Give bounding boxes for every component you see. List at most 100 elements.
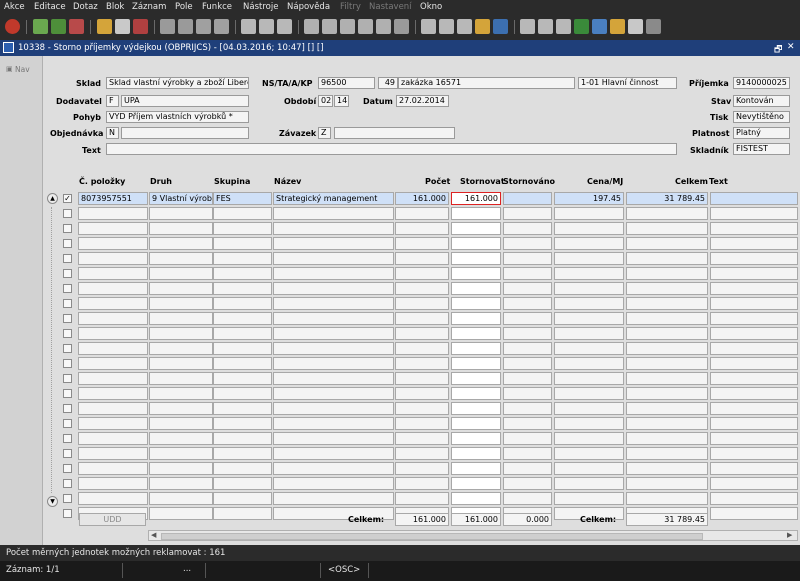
cell-text[interactable] xyxy=(710,432,798,445)
cell-polozka[interactable] xyxy=(78,417,148,430)
cell-nazev[interactable] xyxy=(273,432,394,445)
query-icon[interactable] xyxy=(97,19,112,34)
cell-cena[interactable] xyxy=(554,387,624,400)
cell-text[interactable] xyxy=(710,492,798,505)
row-checkbox[interactable]: ✓ xyxy=(63,194,72,203)
horizontal-scrollbar[interactable]: ◀ ▶ xyxy=(148,530,798,541)
cell-skupina[interactable] xyxy=(213,402,272,415)
cell-celkem[interactable] xyxy=(626,387,708,400)
row-checkbox[interactable] xyxy=(63,329,72,338)
cell-pocet[interactable] xyxy=(395,222,449,235)
cell-stornovat[interactable] xyxy=(451,267,501,280)
cell-text[interactable] xyxy=(710,222,798,235)
cell-cena[interactable] xyxy=(554,402,624,415)
cell-nazev[interactable] xyxy=(273,477,394,490)
cell-druh[interactable] xyxy=(149,477,213,490)
copy-icon[interactable] xyxy=(322,19,337,34)
cell-druh[interactable] xyxy=(149,402,213,415)
cell-pocet[interactable] xyxy=(395,477,449,490)
paste-icon[interactable] xyxy=(340,19,355,34)
cell-stornovano[interactable] xyxy=(503,267,552,280)
cell-stornovano[interactable] xyxy=(503,192,552,205)
cell-polozka[interactable] xyxy=(78,312,148,325)
exit-icon[interactable] xyxy=(5,19,20,34)
cell-stornovano[interactable] xyxy=(503,282,552,295)
cell-celkem[interactable] xyxy=(626,432,708,445)
cell-celkem[interactable] xyxy=(626,207,708,220)
cell-text[interactable] xyxy=(710,477,798,490)
menu-editace[interactable]: Editace xyxy=(34,2,66,12)
cell-nazev[interactable] xyxy=(273,357,394,370)
cell-druh[interactable] xyxy=(149,357,213,370)
cell-cena[interactable]: 197.45 xyxy=(554,192,624,205)
cell-druh[interactable] xyxy=(149,327,213,340)
cell-text[interactable] xyxy=(710,417,798,430)
cell-polozka[interactable] xyxy=(78,432,148,445)
cell-stornovano[interactable] xyxy=(503,327,552,340)
cell-text[interactable] xyxy=(710,402,798,415)
skladnik-field[interactable]: FISTEST xyxy=(733,143,790,155)
cell-nazev[interactable] xyxy=(273,297,394,310)
row-checkbox[interactable] xyxy=(63,479,72,488)
star-icon[interactable] xyxy=(475,19,490,34)
cell-text[interactable] xyxy=(710,462,798,475)
cell-druh[interactable] xyxy=(149,462,213,475)
cell-druh[interactable] xyxy=(149,432,213,445)
cell-polozka[interactable] xyxy=(78,222,148,235)
row-checkbox[interactable] xyxy=(63,224,72,233)
row-checkbox[interactable] xyxy=(63,359,72,368)
obdobi-month-field[interactable]: 02 xyxy=(318,95,333,107)
globe-icon[interactable] xyxy=(538,19,553,34)
print-preview-icon[interactable] xyxy=(259,19,274,34)
cell-cena[interactable] xyxy=(554,477,624,490)
cell-skupina[interactable]: FES xyxy=(213,192,272,205)
menu-dotaz[interactable]: Dotaz xyxy=(73,2,98,12)
cell-skupina[interactable] xyxy=(213,447,272,460)
cell-celkem[interactable] xyxy=(626,417,708,430)
cell-nazev[interactable] xyxy=(273,252,394,265)
sort-asc-icon[interactable] xyxy=(160,19,175,34)
cell-pocet[interactable] xyxy=(395,267,449,280)
cell-stornovano[interactable] xyxy=(503,462,552,475)
menu-napoveda[interactable]: Nápověda xyxy=(287,2,330,12)
cell-druh[interactable] xyxy=(149,282,213,295)
cell-celkem[interactable] xyxy=(626,402,708,415)
row-checkbox[interactable] xyxy=(63,389,72,398)
cell-stornovat[interactable]: 161.000 xyxy=(451,192,501,205)
dodavatel-field[interactable]: UPA xyxy=(121,95,249,107)
cell-nazev[interactable] xyxy=(273,222,394,235)
cell-text[interactable] xyxy=(710,312,798,325)
platnost-field[interactable]: Platný xyxy=(733,127,790,139)
cell-nazev[interactable] xyxy=(273,267,394,280)
cell-polozka[interactable] xyxy=(78,462,148,475)
info-icon[interactable] xyxy=(646,19,661,34)
cell-polozka[interactable] xyxy=(78,207,148,220)
cell-cena[interactable] xyxy=(554,312,624,325)
datum-field[interactable]: 27.02.2014 xyxy=(396,95,449,107)
zakazka-field[interactable]: zakázka 16571 xyxy=(398,77,575,89)
cell-skupina[interactable] xyxy=(213,342,272,355)
cell-stornovano[interactable] xyxy=(503,447,552,460)
cell-cena[interactable] xyxy=(554,207,624,220)
cell-nazev[interactable] xyxy=(273,462,394,475)
cell-polozka[interactable] xyxy=(78,402,148,415)
row-checkbox[interactable] xyxy=(63,314,72,323)
cell-nazev[interactable] xyxy=(273,417,394,430)
row-checkbox[interactable] xyxy=(63,449,72,458)
zavazek-field[interactable] xyxy=(334,127,455,139)
find-icon[interactable] xyxy=(358,19,373,34)
row-checkbox[interactable] xyxy=(63,434,72,443)
cell-stornovano[interactable] xyxy=(503,387,552,400)
cell-celkem[interactable] xyxy=(626,447,708,460)
cell-pocet[interactable] xyxy=(395,327,449,340)
stav-field[interactable]: Kontován xyxy=(733,95,790,107)
cell-druh[interactable] xyxy=(149,297,213,310)
cell-skupina[interactable] xyxy=(213,507,272,520)
cell-skupina[interactable] xyxy=(213,417,272,430)
insert-record-icon[interactable] xyxy=(33,19,48,34)
cell-text[interactable] xyxy=(710,282,798,295)
cell-polozka[interactable] xyxy=(78,237,148,250)
cell-cena[interactable] xyxy=(554,327,624,340)
dodavatel-code-field[interactable]: F xyxy=(106,95,119,107)
cell-cena[interactable] xyxy=(554,417,624,430)
